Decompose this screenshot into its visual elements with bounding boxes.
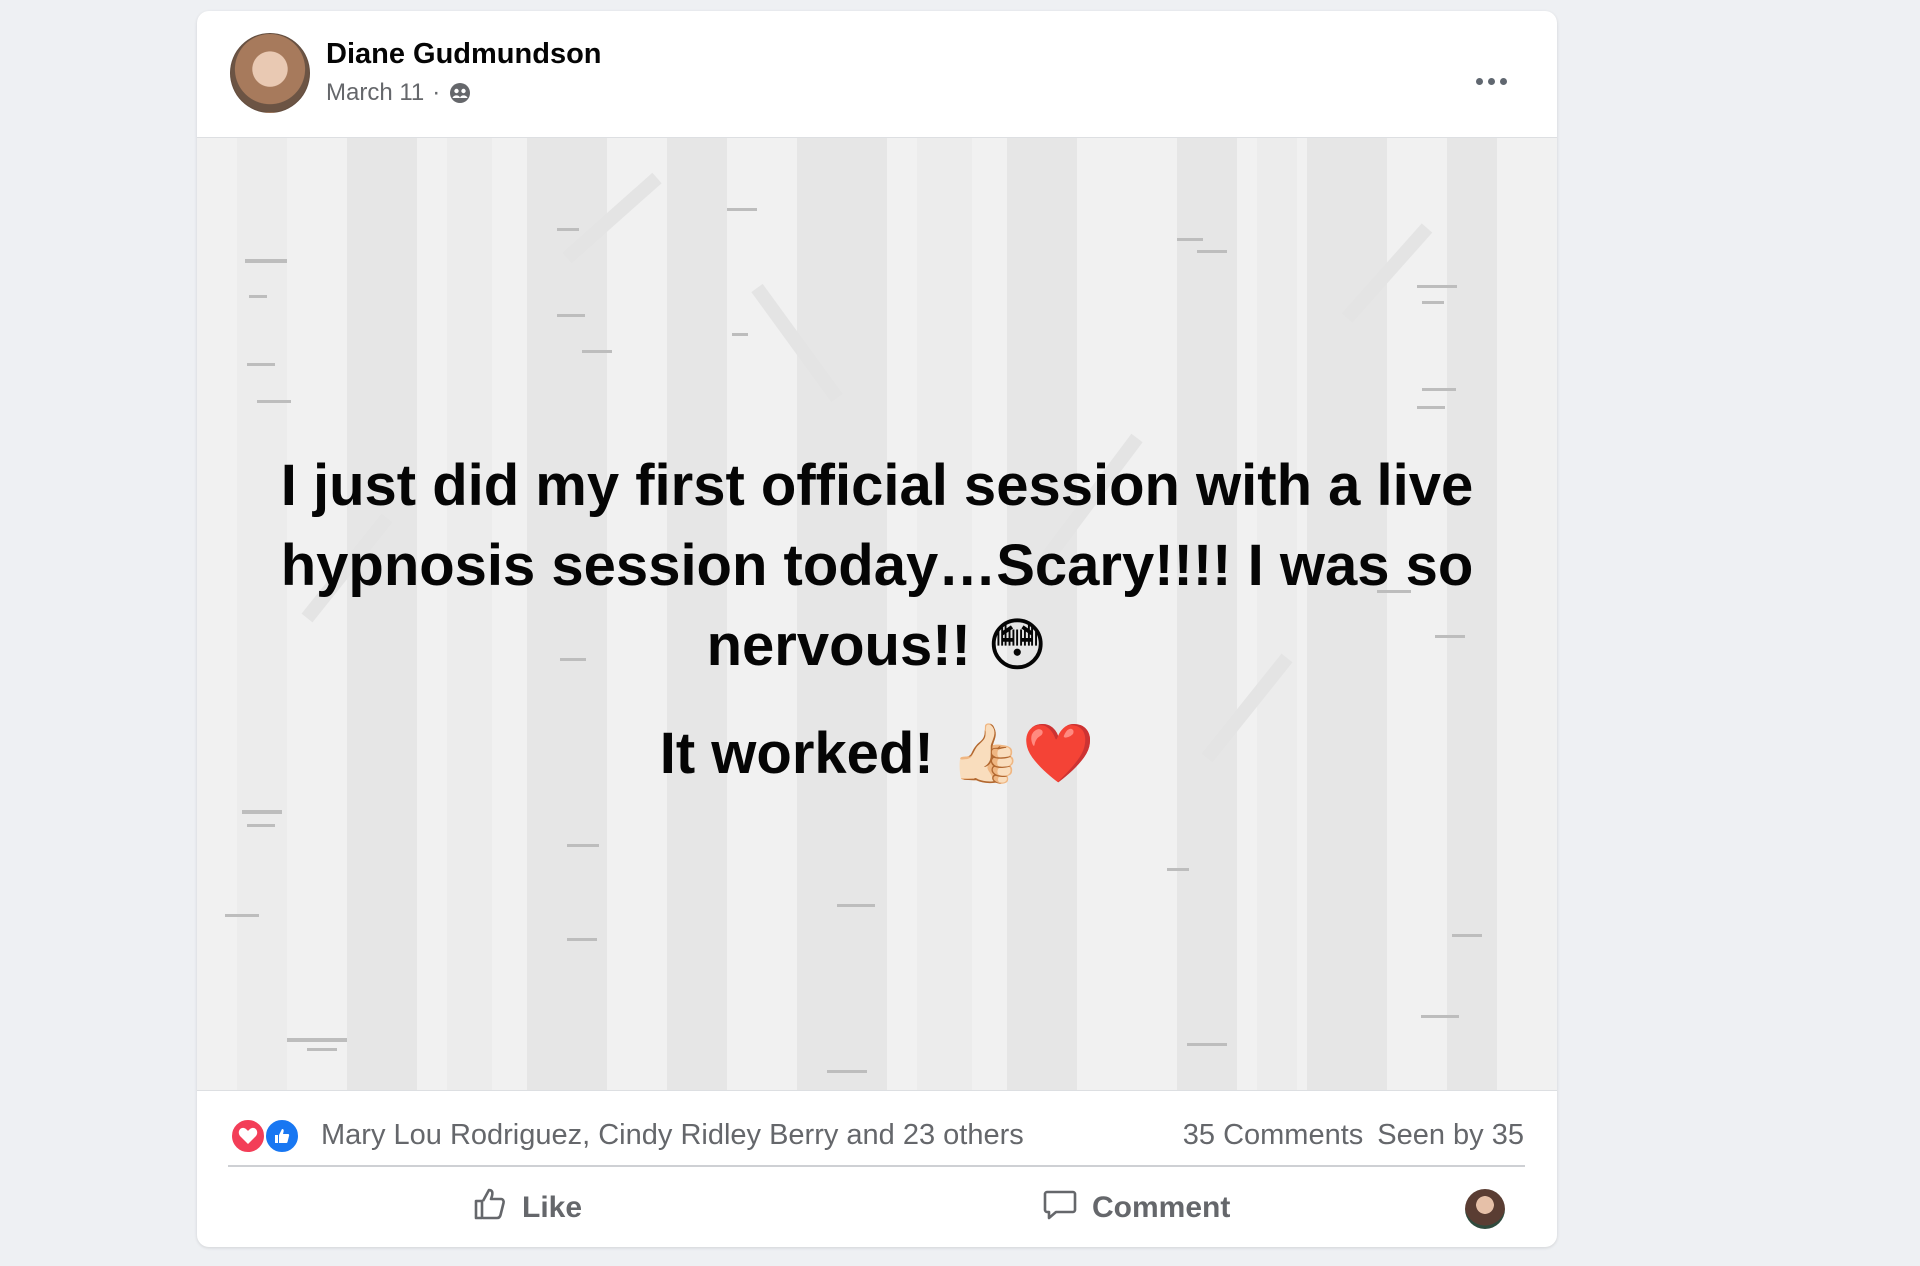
comment-label: Comment bbox=[1092, 1191, 1231, 1224]
like-label: Like bbox=[522, 1191, 583, 1224]
meta-separator: · bbox=[432, 79, 441, 106]
post-counts: 35 Comments Seen by 35 bbox=[1183, 1119, 1524, 1152]
author-name[interactable]: Diane Gudmundson bbox=[326, 38, 602, 71]
post-background: I just did my first official session wit… bbox=[197, 137, 1557, 1091]
comment-bubble-icon bbox=[1042, 1186, 1078, 1230]
post-actions: Like Comment bbox=[197, 1167, 1557, 1247]
post-text-line2: It worked! 👍🏻❤️ bbox=[659, 721, 1095, 786]
post-text-line1: I just did my first official session wit… bbox=[280, 453, 1474, 678]
dot bbox=[1487, 77, 1495, 85]
like-reaction-icon bbox=[264, 1118, 300, 1154]
reacted-names-link[interactable]: Mary Lou Rodriguez, Cindy Ridley Berry a… bbox=[321, 1119, 1024, 1152]
reaction-icons[interactable] bbox=[230, 1118, 310, 1154]
post-header: Diane Gudmundson March 11 · bbox=[197, 11, 1557, 137]
post-date[interactable]: March 11 bbox=[326, 79, 424, 107]
comment-button[interactable]: Comment bbox=[1042, 1185, 1230, 1231]
dot bbox=[1475, 77, 1483, 85]
post-text: I just did my first official session wit… bbox=[257, 446, 1497, 794]
heart-reaction-icon bbox=[230, 1118, 266, 1154]
comments-count-link[interactable]: 35 Comments bbox=[1183, 1119, 1364, 1152]
like-button[interactable]: Like bbox=[472, 1185, 582, 1231]
seen-by-link[interactable]: Seen by 35 bbox=[1377, 1119, 1524, 1152]
author-avatar[interactable] bbox=[230, 33, 310, 113]
post-card: Diane Gudmundson March 11 · I just did m… bbox=[197, 11, 1557, 1247]
dot bbox=[1499, 77, 1507, 85]
reaction-audience-avatar[interactable] bbox=[1465, 1189, 1505, 1229]
post-meta: March 11 · bbox=[326, 79, 472, 107]
more-options-button[interactable] bbox=[1469, 61, 1513, 101]
thumbs-up-icon bbox=[472, 1186, 508, 1230]
friends-icon[interactable] bbox=[448, 81, 472, 105]
